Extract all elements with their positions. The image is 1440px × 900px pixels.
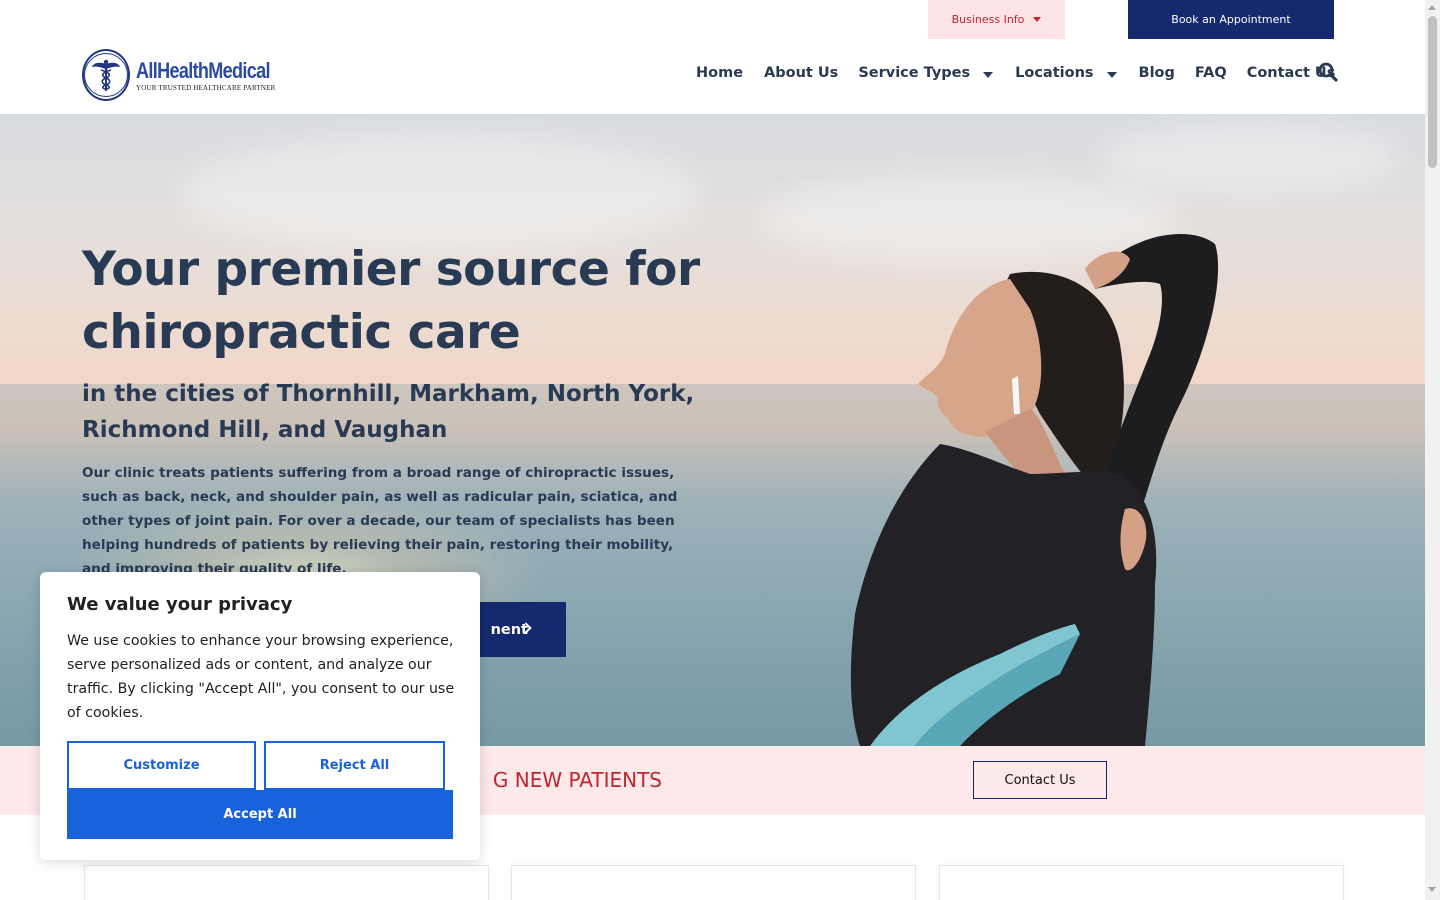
caret-down-icon bbox=[1106, 71, 1117, 78]
cookie-text: We use cookies to enhance your browsing … bbox=[67, 633, 455, 721]
logo-name: AllHealthMedical bbox=[136, 57, 271, 83]
hero-description: Our clinic treats patients suffering fro… bbox=[82, 465, 678, 577]
nav-item-locations[interactable]: Locations bbox=[1015, 65, 1117, 81]
main-nav: Home About Us Service Types Locations Bl… bbox=[696, 60, 1335, 86]
scrollbar[interactable] bbox=[1425, 0, 1440, 900]
nav-item-faq[interactable]: FAQ bbox=[1195, 65, 1227, 81]
scroll-down-arrow-icon[interactable] bbox=[1428, 887, 1436, 892]
caret-down-icon bbox=[1033, 17, 1042, 22]
header: Business Info Book an Appointment AllHea… bbox=[0, 0, 1425, 114]
nav-item-blog[interactable]: Blog bbox=[1139, 65, 1175, 81]
banner-contact-button[interactable]: Contact Us bbox=[973, 761, 1107, 799]
scrollbar-thumb[interactable] bbox=[1428, 16, 1437, 168]
service-card[interactable] bbox=[939, 865, 1344, 900]
hero-title: Your premier source for chiropractic car… bbox=[82, 242, 700, 360]
hero-subtitle: in the cities of Thornhill, Markham, Nor… bbox=[82, 381, 695, 443]
page: Business Info Book an Appointment AllHea… bbox=[0, 0, 1440, 900]
cookie-consent-dialog: We value your privacy We use cookies to … bbox=[40, 572, 480, 860]
scroll-up-arrow-icon[interactable] bbox=[1428, 5, 1436, 10]
nav-item-service-types[interactable]: Service Types bbox=[858, 65, 994, 81]
search-icon[interactable] bbox=[1318, 62, 1338, 82]
business-info-button[interactable]: Business Info bbox=[928, 0, 1065, 39]
business-info-label: Business Info bbox=[951, 13, 1025, 26]
logo[interactable]: AllHealthMedical YOUR TRUSTED HEALTHCARE… bbox=[82, 48, 292, 102]
cookie-title: We value your privacy bbox=[67, 594, 293, 615]
service-card[interactable] bbox=[84, 865, 489, 900]
nav-item-home[interactable]: Home bbox=[696, 65, 743, 81]
nav-item-about-us[interactable]: About Us bbox=[764, 65, 838, 81]
service-cards bbox=[0, 865, 1425, 900]
book-appointment-button[interactable]: Book an Appointment bbox=[1128, 0, 1334, 39]
book-appointment-label: Book an Appointment bbox=[1171, 13, 1291, 26]
caduceus-icon bbox=[82, 49, 130, 101]
banner-contact-label: Contact Us bbox=[1004, 772, 1076, 788]
cookie-customize-button[interactable]: Customize bbox=[67, 741, 256, 790]
cookie-reject-all-button[interactable]: Reject All bbox=[264, 741, 445, 790]
caret-down-icon bbox=[983, 71, 994, 78]
cookie-accept-all-button[interactable]: Accept All bbox=[67, 790, 453, 839]
service-card[interactable] bbox=[511, 865, 916, 900]
logo-tagline: YOUR TRUSTED HEALTHCARE PARTNER bbox=[136, 83, 276, 92]
